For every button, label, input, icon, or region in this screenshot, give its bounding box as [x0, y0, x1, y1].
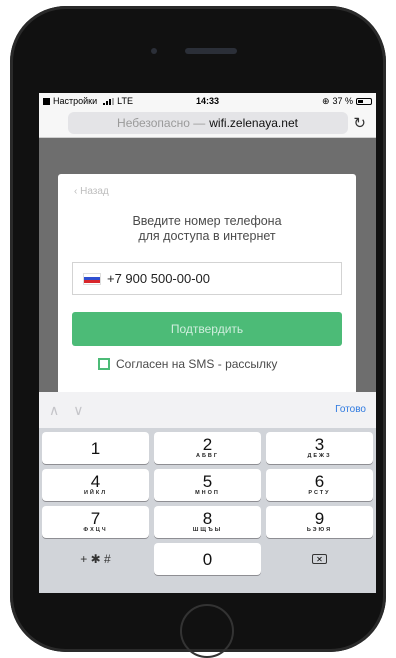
status-time: 14:33	[195, 96, 220, 106]
phone-screen: Настройки LTE 14:33 ⊕ 37 % Небезопасно —…	[39, 93, 376, 593]
key-4[interactable]: 4 ИЙКЛ	[42, 469, 149, 501]
battery-icon	[356, 97, 372, 105]
status-bar: Настройки LTE 14:33 ⊕ 37 %	[39, 93, 376, 109]
key-9[interactable]: 9 ЬЭЮЯ	[266, 506, 373, 538]
sms-consent-label: Согласен на SMS - рассылку	[116, 357, 278, 371]
front-camera	[151, 48, 157, 54]
keyboard-toolbar: ∧ ∨ Готово	[39, 392, 376, 428]
login-card: ‹ Назад Введите номер телефона для досту…	[58, 174, 356, 399]
heading-line-1: Введите номер телефона	[132, 214, 282, 228]
url-bar: Небезопасно — wifi.zelenaya.net ↻	[39, 109, 376, 138]
done-button[interactable]: Готово	[335, 404, 366, 415]
earpiece-speaker	[185, 48, 237, 54]
reload-icon[interactable]: ↻	[353, 114, 366, 132]
phone-input[interactable]: +7 900 500-00-00	[72, 262, 342, 295]
key-6[interactable]: 6 РСТУ	[266, 469, 373, 501]
key-1[interactable]: 1	[42, 432, 149, 464]
key-0[interactable]: 0	[154, 543, 261, 575]
keypad: 1 2 АБВГ 3 ДЕЖЗ 4 ИЙКЛ 5 МНОП 6 РСТУ 7 ФХЦЧ 8Ш…	[42, 432, 373, 580]
form-heading: Введите номер телефона для доступа в инт…	[58, 214, 356, 244]
phone-frame: Настройки LTE 14:33 ⊕ 37 % Небезопасно —…	[10, 6, 386, 658]
symbols-key[interactable]: + ✱ #	[42, 543, 149, 575]
numeric-keyboard: ∧ ∨ Готово 1 2 АБВГ 3 ДЕЖЗ 4 ИЙКЛ 5 МНОП 6 РС…	[39, 392, 376, 593]
url-domain: wifi.zelenaya.net	[209, 116, 298, 130]
key-3[interactable]: 3 ДЕЖЗ	[266, 432, 373, 464]
insecure-label: Небезопасно —	[117, 116, 206, 130]
phone-value: +7 900 500-00-00	[107, 271, 211, 286]
key-7[interactable]: 7 ФХЦЧ	[42, 506, 149, 538]
key-2[interactable]: 2 АБВГ	[154, 432, 261, 464]
page-content: ‹ Назад Введите номер телефона для досту…	[39, 138, 376, 399]
address-field[interactable]: Небезопасно — wifi.zelenaya.net	[67, 112, 348, 134]
confirm-button[interactable]: Подтвердить	[72, 312, 342, 346]
previous-field-icon[interactable]: ∧	[49, 402, 59, 419]
key-5[interactable]: 5 МНОП	[154, 469, 261, 501]
russia-flag-icon[interactable]	[83, 272, 101, 285]
home-button[interactable]	[180, 604, 234, 658]
next-field-icon[interactable]: ∨	[73, 402, 83, 419]
sms-consent-checkbox[interactable]	[98, 358, 110, 370]
backspace-icon: ✕	[312, 554, 327, 564]
back-link[interactable]: ‹ Назад	[74, 186, 109, 197]
key-8[interactable]: 8 ШЩЪЫ	[154, 506, 261, 538]
sms-consent-row[interactable]: Согласен на SMS - рассылку	[98, 357, 277, 371]
backspace-key[interactable]: ✕	[266, 543, 373, 575]
heading-line-2: для доступа в интернет	[138, 229, 276, 243]
